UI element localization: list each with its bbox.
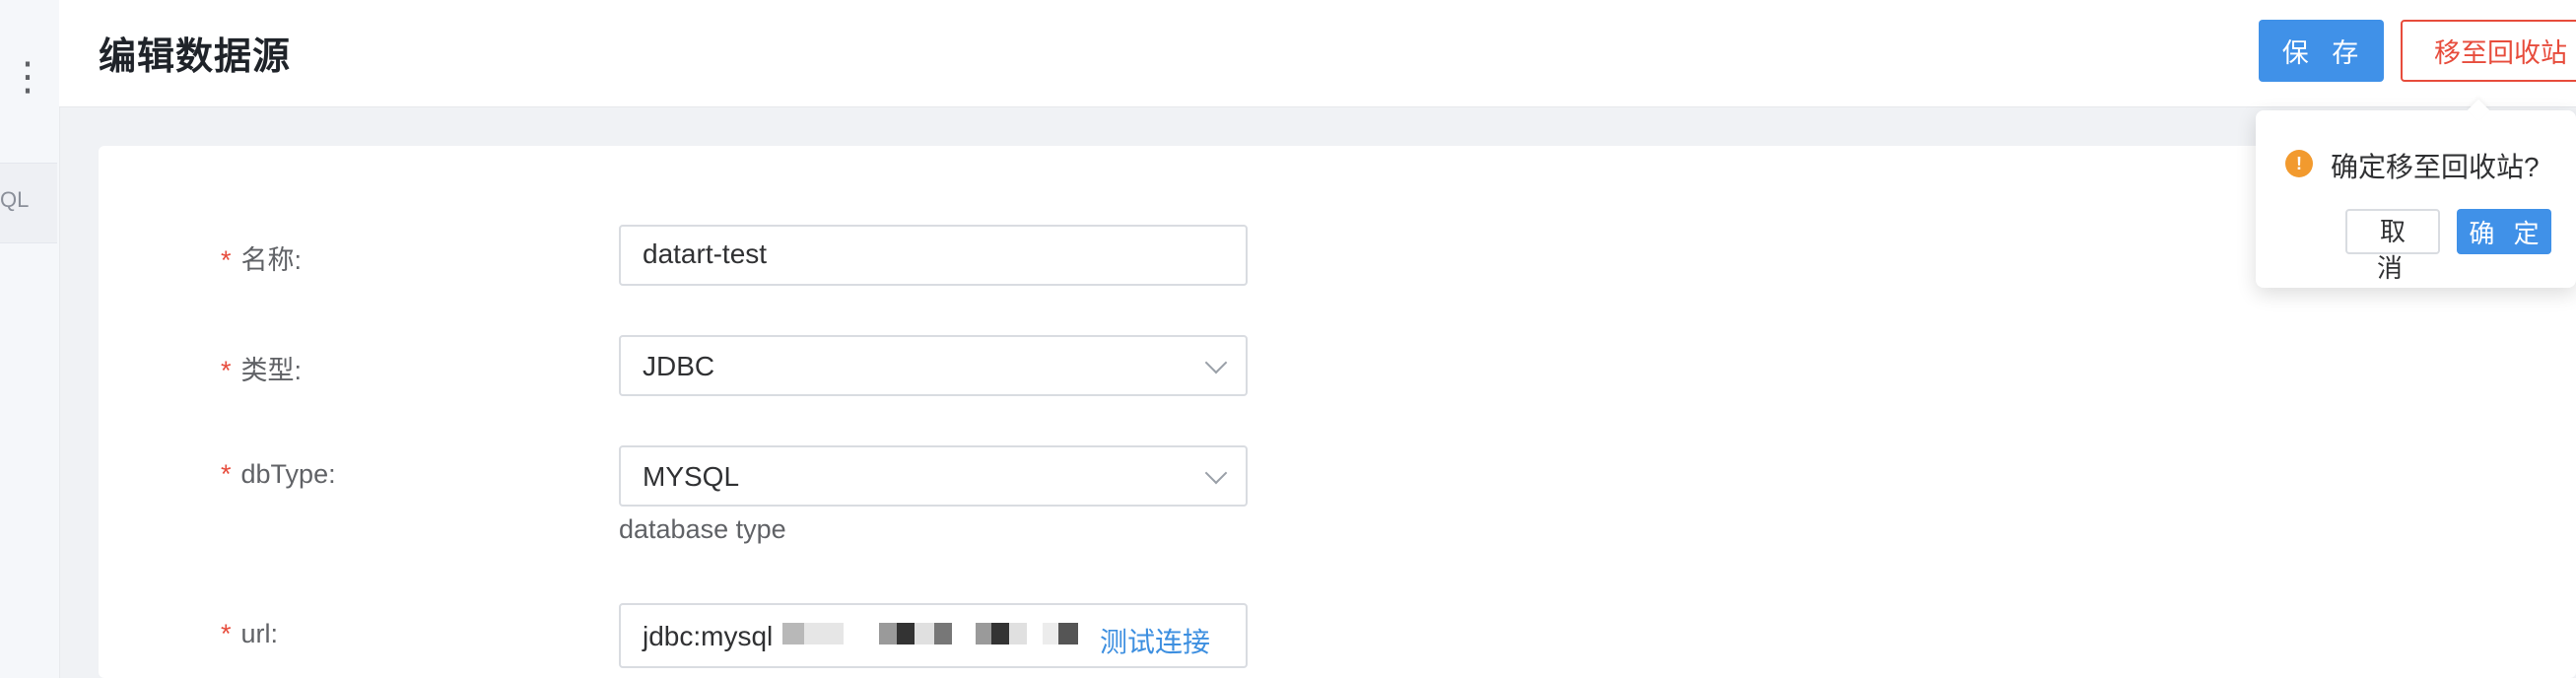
dbtype-select[interactable]: MYSQL	[619, 445, 1248, 507]
required-mark: *	[221, 619, 232, 648]
move-to-recycle-button[interactable]: 移至回收站	[2401, 20, 2576, 82]
left-sidebar-strip: ⋮ QL	[0, 0, 60, 678]
popconfirm-message: 确定移至回收站?	[2331, 152, 2540, 182]
url-input-value[interactable]: jdbc:mysql	[643, 621, 773, 652]
dbtype-label-text: dbType:	[240, 459, 336, 489]
dbtype-label: * dbType:	[221, 459, 336, 490]
test-connection-link[interactable]: 测试连接	[1100, 621, 1210, 660]
page-header: 编辑数据源 保 存 移至回收站	[59, 0, 2576, 107]
name-field[interactable]	[619, 225, 1248, 286]
datasource-form-card: * 名称: * 类型: JDBC * dbType: MYSQL database t…	[99, 146, 2576, 678]
popconfirm-cancel-button[interactable]: 取 消	[2345, 209, 2440, 283]
dbtype-select-value: MYSQL	[643, 461, 740, 492]
popconfirm-confirm-button[interactable]: 确 定	[2457, 209, 2551, 254]
page-title: 编辑数据源	[99, 36, 292, 78]
chevron-down-icon	[1204, 351, 1228, 374]
dbtype-help-text: database type	[619, 514, 786, 544]
vertical-dots-icon[interactable]: ⋮	[8, 57, 47, 97]
chevron-down-icon	[1204, 461, 1228, 485]
name-label-text: 名称:	[240, 245, 303, 275]
name-input[interactable]	[643, 238, 1224, 270]
name-label: * 名称:	[221, 238, 302, 277]
type-label-text: 类型:	[240, 356, 303, 385]
recycle-popconfirm: ! 确定移至回收站? 取 消 确 定	[2256, 99, 2576, 288]
save-button[interactable]: 保 存	[2259, 20, 2384, 82]
type-select[interactable]: JDBC	[619, 335, 1248, 396]
warning-icon: !	[2285, 150, 2313, 177]
sidebar-item-label: QL	[0, 187, 30, 212]
url-field[interactable]: jdbc:mysql 测试连接	[619, 603, 1248, 668]
type-select-value: JDBC	[643, 351, 715, 381]
required-mark: *	[221, 356, 232, 385]
url-label-text: url:	[240, 619, 279, 648]
required-mark: *	[221, 245, 232, 275]
type-label: * 类型:	[221, 349, 302, 387]
url-label: * url:	[221, 619, 278, 649]
required-mark: *	[221, 459, 232, 489]
